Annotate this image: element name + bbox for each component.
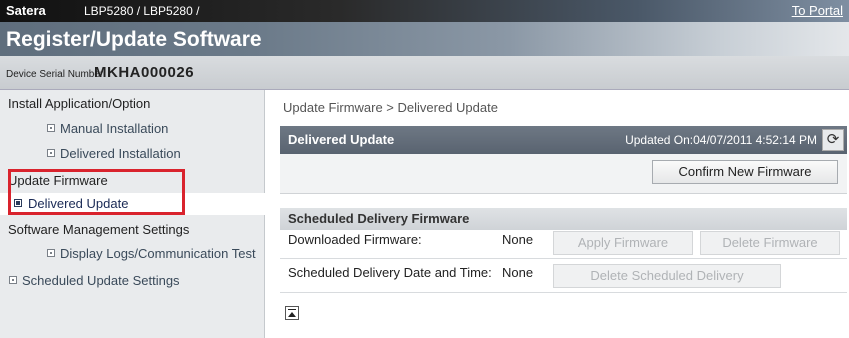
sidebar-item-delivered-installation[interactable]: Delivered Installation: [0, 143, 265, 165]
sidebar-item-label: Display Logs/Communication Test: [60, 246, 256, 261]
scheduled-date-label: Scheduled Delivery Date and Time:: [288, 265, 492, 280]
delete-firmware-button[interactable]: Delete Firmware: [700, 231, 840, 255]
sidebar-item-label: Scheduled Update Settings: [22, 273, 180, 288]
delivered-update-body: Confirm New Firmware: [280, 154, 847, 194]
section-title: Scheduled Delivery Firmware: [288, 211, 470, 226]
top-bar: Satera LBP5280 / LBP5280 / To Portal: [0, 0, 849, 22]
row-divider: [280, 292, 847, 293]
bullet-icon: [47, 149, 55, 157]
sidebar-item-label: Delivered Installation: [60, 146, 181, 161]
bullet-icon: [9, 276, 17, 284]
updated-timestamp: Updated On:04/07/2011 4:52:14 PM: [625, 133, 817, 147]
bullet-icon: [47, 124, 55, 132]
to-portal-link[interactable]: To Portal: [792, 3, 843, 18]
delete-scheduled-delivery-button[interactable]: Delete Scheduled Delivery: [553, 264, 781, 288]
sidebar-section-install[interactable]: Install Application/Option: [8, 96, 150, 111]
sidebar-item-scheduled-update-settings[interactable]: Scheduled Update Settings: [0, 270, 265, 292]
downloaded-firmware-value: None: [502, 232, 534, 247]
sidebar-item-manual-installation[interactable]: Manual Installation: [0, 118, 265, 140]
serial-bar: Device Serial Number: MKHA000026: [0, 56, 849, 90]
breadcrumb: Update Firmware > Delivered Update: [283, 100, 498, 115]
brand-name: Satera: [6, 3, 46, 18]
refresh-icon[interactable]: ⟳: [822, 129, 844, 151]
bullet-icon: [47, 249, 55, 257]
scheduled-date-value: None: [502, 265, 534, 280]
title-bar: Register/Update Software: [0, 22, 849, 56]
bullet-icon: [14, 199, 22, 207]
sidebar-section-update-firmware[interactable]: Update Firmware: [8, 173, 108, 188]
delivered-update-header: Delivered Update Updated On:04/07/2011 4…: [280, 126, 847, 154]
apply-firmware-button[interactable]: Apply Firmware: [553, 231, 693, 255]
sidebar-item-label: Manual Installation: [60, 121, 169, 136]
sidebar-item-delivered-update[interactable]: Delivered Update: [0, 193, 265, 215]
sidebar-section-software-management[interactable]: Software Management Settings: [8, 222, 189, 237]
sidebar-item-label: Delivered Update: [28, 196, 129, 211]
sidebar-item-display-logs[interactable]: Display Logs/Communication Test: [0, 243, 265, 265]
panel-title: Delivered Update: [288, 132, 395, 147]
downloaded-firmware-label: Downloaded Firmware:: [288, 232, 422, 247]
back-to-top-icon[interactable]: [285, 306, 299, 320]
page-title: Register/Update Software: [6, 28, 262, 51]
row-divider: [280, 258, 847, 259]
confirm-new-firmware-button[interactable]: Confirm New Firmware: [652, 160, 838, 184]
model-name: LBP5280 / LBP5280 /: [84, 4, 200, 18]
serial-number-label: Device Serial Number:: [6, 69, 107, 80]
scheduled-delivery-header: Scheduled Delivery Firmware: [280, 208, 847, 230]
serial-number-value: MKHA000026: [94, 64, 195, 81]
